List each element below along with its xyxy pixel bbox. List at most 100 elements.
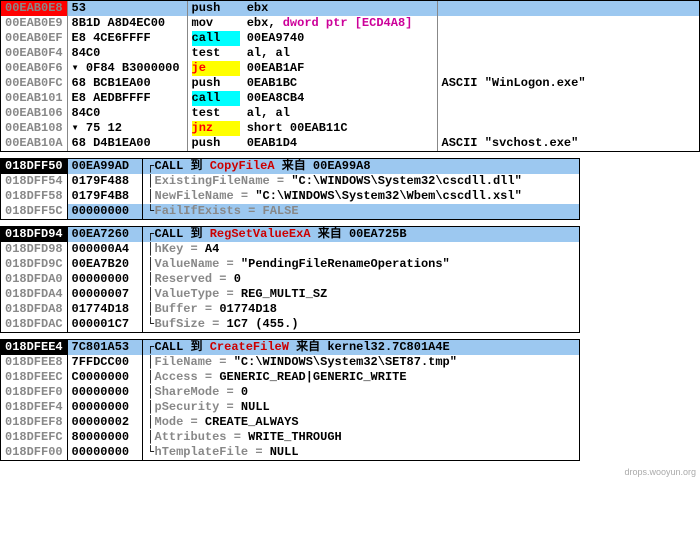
addr-cell[interactable]: 00EAB101 xyxy=(1,91,67,106)
stack-value: 80000000 xyxy=(67,430,142,445)
stack-addr[interactable]: 018DFEFC xyxy=(1,430,67,445)
stack-row[interactable]: 018DFF5000EA99AD┌CALL 到 CopyFileA 来自 00E… xyxy=(1,159,579,174)
stack-addr[interactable]: 018DFDA8 xyxy=(1,302,67,317)
addr-cell[interactable]: 00EAB0F4 xyxy=(1,46,67,61)
instr-cell: call 00EA8CB4 xyxy=(187,91,437,106)
stack-row[interactable]: 018DFF5C00000000└FailIfExists = FALSE xyxy=(1,204,579,219)
stack-addr[interactable]: 018DFEE4 xyxy=(1,340,67,355)
disasm-row[interactable]: 00EAB0FC 68 BCB1EA00push 0EAB1BCASCII "W… xyxy=(1,76,699,91)
stack-desc: │ValueType = REG_MULTI_SZ xyxy=(142,287,579,302)
disasm-row[interactable]: 00EAB0E9 8B1D A8D4EC00mov ebx, dword ptr… xyxy=(1,16,699,31)
stack-row[interactable]: 018DFF580179F4B8│NewFileName = "C:\WINDO… xyxy=(1,189,579,204)
stack-desc: │Access = GENERIC_READ|GENERIC_WRITE xyxy=(142,370,579,385)
disasm-row[interactable]: 00EAB0E8 53push ebx xyxy=(1,1,699,16)
stack-desc: ┌CALL 到 CopyFileA 来自 00EA99A8 xyxy=(142,159,579,174)
stack-row[interactable]: 018DFD98000000A4│hKey = A4 xyxy=(1,242,579,257)
addr-cell[interactable]: 00EAB0E8 xyxy=(1,1,67,16)
stack-row[interactable]: 018DFDA801774D18│Buffer = 01774D18 xyxy=(1,302,579,317)
stack-addr[interactable]: 018DFEE8 xyxy=(1,355,67,370)
addr-cell[interactable]: 00EAB0EF xyxy=(1,31,67,46)
addr-cell[interactable]: 00EAB0E9 xyxy=(1,16,67,31)
disasm-row[interactable]: 00EAB0EF E8 4CE6FFFFcall 00EA9740 xyxy=(1,31,699,46)
stack-addr[interactable]: 018DFF00 xyxy=(1,445,67,460)
disasm-row[interactable]: 00EAB108▾ 75 12jnz short 00EAB11C xyxy=(1,121,699,136)
disasm-row[interactable]: 00EAB10A 68 D4B1EA00push 0EAB1D4ASCII "s… xyxy=(1,136,699,151)
stack-value: 000001C7 xyxy=(67,317,142,332)
stack-addr[interactable]: 018DFDAC xyxy=(1,317,67,332)
stack-desc: │ValueName = "PendingFileRenameOperation… xyxy=(142,257,579,272)
stack-desc: ┌CALL 到 RegSetValueExA 来自 00EA725B xyxy=(142,227,579,242)
stack-row[interactable]: 018DFF540179F488│ExistingFileName = "C:\… xyxy=(1,174,579,189)
stack-row[interactable]: 018DFEECC0000000│Access = GENERIC_READ|G… xyxy=(1,370,579,385)
stack-value: 00EA7B20 xyxy=(67,257,142,272)
stack-addr[interactable]: 018DFF58 xyxy=(1,189,67,204)
addr-cell[interactable]: 00EAB0FC xyxy=(1,76,67,91)
stack-row[interactable]: 018DFDA400000007│ValueType = REG_MULTI_S… xyxy=(1,287,579,302)
stack-addr[interactable]: 018DFEF8 xyxy=(1,415,67,430)
comment-cell xyxy=(437,121,699,136)
stack-row[interactable]: 018DFD9400EA7260┌CALL 到 RegSetValueExA 来… xyxy=(1,227,579,242)
stack-row[interactable]: 018DFDAC000001C7└BufSize = 1C7 (455.) xyxy=(1,317,579,332)
instr-cell: je 00EAB1AF xyxy=(187,61,437,76)
stack-desc: │ExistingFileName = "C:\WINDOWS\System32… xyxy=(142,174,579,189)
instr-cell: jnz short 00EAB11C xyxy=(187,121,437,136)
disasm-row[interactable]: 00EAB0F4 84C0test al, al xyxy=(1,46,699,61)
instr-cell: test al, al xyxy=(187,106,437,121)
stack-addr[interactable]: 018DFEEC xyxy=(1,370,67,385)
disasm-row[interactable]: 00EAB101 E8 AEDBFFFFcall 00EA8CB4 xyxy=(1,91,699,106)
stack-addr[interactable]: 018DFDA4 xyxy=(1,287,67,302)
stack-desc: │pSecurity = NULL xyxy=(142,400,579,415)
instr-cell: test al, al xyxy=(187,46,437,61)
stack-row[interactable]: 018DFEE47C801A53┌CALL 到 CreateFileW 来自 k… xyxy=(1,340,579,355)
stack-table-1[interactable]: 018DFF5000EA99AD┌CALL 到 CopyFileA 来自 00E… xyxy=(1,159,579,219)
bytes-cell: E8 4CE6FFFF xyxy=(67,31,187,46)
comment-cell xyxy=(437,16,699,31)
stack-value: 0179F488 xyxy=(67,174,142,189)
stack-table-3[interactable]: 018DFEE47C801A53┌CALL 到 CreateFileW 来自 k… xyxy=(1,340,579,460)
disassembly-table[interactable]: 00EAB0E8 53push ebx00EAB0E9 8B1D A8D4EC0… xyxy=(1,1,699,151)
stack-value: 00EA99AD xyxy=(67,159,142,174)
disasm-row[interactable]: 00EAB106 84C0test al, al xyxy=(1,106,699,121)
stack-row[interactable]: 018DFD9C00EA7B20│ValueName = "PendingFil… xyxy=(1,257,579,272)
comment-cell: ASCII "svchost.exe" xyxy=(437,136,699,151)
stack-desc: │ShareMode = 0 xyxy=(142,385,579,400)
stack-addr[interactable]: 018DFF50 xyxy=(1,159,67,174)
stack-addr[interactable]: 018DFD9C xyxy=(1,257,67,272)
addr-cell[interactable]: 00EAB0F6 xyxy=(1,61,67,76)
stack-value: 00000000 xyxy=(67,385,142,400)
stack-row[interactable]: 018DFF0000000000└hTemplateFile = NULL xyxy=(1,445,579,460)
stack-desc: │NewFileName = "C:\WINDOWS\System32\Wbem… xyxy=(142,189,579,204)
bytes-cell: ▾ 0F84 B3000000 xyxy=(67,61,187,76)
stack-value: 00000000 xyxy=(67,272,142,287)
instr-cell: mov ebx, dword ptr [ECD4A8] xyxy=(187,16,437,31)
bytes-cell: ▾ 75 12 xyxy=(67,121,187,136)
stack-addr[interactable]: 018DFDA0 xyxy=(1,272,67,287)
comment-cell xyxy=(437,91,699,106)
stack-value: 00EA7260 xyxy=(67,227,142,242)
stack-row[interactable]: 018DFEFC80000000│Attributes = WRITE_THRO… xyxy=(1,430,579,445)
stack-pane-createfile: 018DFEE47C801A53┌CALL 到 CreateFileW 来自 k… xyxy=(0,339,580,461)
bytes-cell: 84C0 xyxy=(67,106,187,121)
comment-cell: ASCII "WinLogon.exe" xyxy=(437,76,699,91)
stack-row[interactable]: 018DFDA000000000│Reserved = 0 xyxy=(1,272,579,287)
stack-addr[interactable]: 018DFD94 xyxy=(1,227,67,242)
addr-cell[interactable]: 00EAB106 xyxy=(1,106,67,121)
stack-addr[interactable]: 018DFF54 xyxy=(1,174,67,189)
stack-addr[interactable]: 018DFEF0 xyxy=(1,385,67,400)
stack-table-2[interactable]: 018DFD9400EA7260┌CALL 到 RegSetValueExA 来… xyxy=(1,227,579,332)
stack-row[interactable]: 018DFEF800000002│Mode = CREATE_ALWAYS xyxy=(1,415,579,430)
stack-addr[interactable]: 018DFD98 xyxy=(1,242,67,257)
stack-addr[interactable]: 018DFEF4 xyxy=(1,400,67,415)
stack-desc: │Reserved = 0 xyxy=(142,272,579,287)
addr-cell[interactable]: 00EAB108 xyxy=(1,121,67,136)
stack-row[interactable]: 018DFEE87FFDCC00│FileName = "C:\WINDOWS\… xyxy=(1,355,579,370)
stack-value: 00000002 xyxy=(67,415,142,430)
disasm-row[interactable]: 00EAB0F6▾ 0F84 B3000000je 00EAB1AF xyxy=(1,61,699,76)
stack-desc: │Mode = CREATE_ALWAYS xyxy=(142,415,579,430)
addr-cell[interactable]: 00EAB10A xyxy=(1,136,67,151)
instr-cell: call 00EA9740 xyxy=(187,31,437,46)
stack-addr[interactable]: 018DFF5C xyxy=(1,204,67,219)
stack-row[interactable]: 018DFEF000000000│ShareMode = 0 xyxy=(1,385,579,400)
stack-row[interactable]: 018DFEF400000000│pSecurity = NULL xyxy=(1,400,579,415)
stack-value: 7C801A53 xyxy=(67,340,142,355)
